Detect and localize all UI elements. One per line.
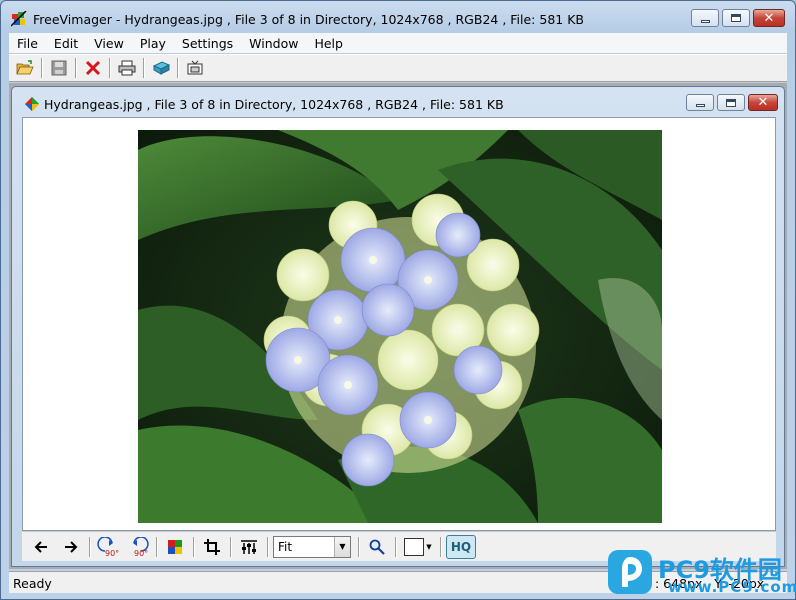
rotate-left-button[interactable]: 90° <box>95 535 121 559</box>
menu-help[interactable]: Help <box>306 36 351 51</box>
hydrangea-photo <box>138 130 662 523</box>
rotate-right-label: 90° <box>134 549 148 557</box>
zoom-value: Fit <box>278 539 293 554</box>
color-grid-icon <box>168 539 182 554</box>
menu-edit[interactable]: Edit <box>46 36 86 51</box>
scan-button[interactable] <box>149 57 173 79</box>
toolbar-separator <box>358 536 360 557</box>
document-maximize-button[interactable] <box>717 94 745 111</box>
toolbar-separator <box>193 536 195 557</box>
close-button[interactable]: ✕ <box>753 9 785 27</box>
rotate-right-icon: 90° <box>133 536 149 557</box>
toolbar-separator <box>89 536 91 557</box>
window-title: FreeVimager - Hydrangeas.jpg , File 3 of… <box>33 12 584 27</box>
save-button[interactable] <box>47 57 71 79</box>
rotate-left-icon: 90° <box>97 536 119 557</box>
delete-button[interactable] <box>81 57 105 79</box>
maximize-icon <box>731 14 741 22</box>
toolbar-separator <box>230 536 232 557</box>
document-title: Hydrangeas.jpg , File 3 of 8 in Director… <box>44 97 504 112</box>
toolbar-separator <box>177 58 179 78</box>
arrow-right-icon <box>65 540 78 553</box>
capture-button[interactable] <box>183 57 207 79</box>
document-icon[interactable] <box>24 96 40 112</box>
watermark-url: www.PC9.com <box>668 578 796 596</box>
menu-play[interactable]: Play <box>132 36 174 51</box>
main-toolbar <box>9 54 787 82</box>
toolbar-separator <box>109 58 111 78</box>
document-close-button[interactable]: ✕ <box>748 94 778 111</box>
minimize-icon <box>700 19 710 23</box>
previous-image-button[interactable] <box>28 535 54 559</box>
main-window: FreeVimager - Hydrangeas.jpg , File 3 of… <box>0 0 796 600</box>
magnifier-icon <box>369 539 385 555</box>
mdi-client-area: Hydrangeas.jpg , File 3 of 8 in Director… <box>9 83 787 569</box>
toolbar-separator <box>41 58 43 78</box>
toolbar-separator <box>75 58 77 78</box>
print-button[interactable] <box>115 57 139 79</box>
background-color-swatch <box>404 537 425 556</box>
minimize-icon <box>695 104 705 107</box>
arrow-left-icon <box>34 540 47 553</box>
chevron-down-icon: ▼ <box>426 542 432 551</box>
capture-icon <box>187 60 203 75</box>
levels-button[interactable] <box>236 535 262 559</box>
pc9-watermark: PC9软件园 www.PC9.com <box>608 550 796 598</box>
open-folder-icon <box>16 60 34 75</box>
title-bar[interactable]: FreeVimager - Hydrangeas.jpg , File 3 of… <box>1 1 795 33</box>
next-image-button[interactable] <box>58 535 84 559</box>
print-icon <box>118 60 136 76</box>
pc9-logo-icon <box>608 550 652 594</box>
rotate-left-label: 90° <box>105 549 119 557</box>
close-icon: ✕ <box>757 95 769 110</box>
image-document-window: Hydrangeas.jpg , File 3 of 8 in Director… <box>11 86 785 567</box>
background-color-button[interactable]: ▼ <box>401 535 435 559</box>
image-view[interactable] <box>22 117 776 531</box>
zoom-tool-button[interactable] <box>364 535 390 559</box>
zoom-select[interactable]: Fit ▼ <box>273 535 351 558</box>
color-adjust-button[interactable] <box>162 535 188 559</box>
window-caption-buttons: ✕ <box>691 9 785 27</box>
open-button[interactable] <box>13 57 37 79</box>
levels-icon <box>241 539 257 554</box>
toolbar-separator <box>156 536 158 557</box>
save-icon <box>51 60 67 76</box>
toolbar-separator <box>143 58 145 78</box>
crop-button[interactable] <box>199 535 225 559</box>
maximize-button[interactable] <box>722 9 750 27</box>
delete-icon <box>85 60 101 76</box>
minimize-button[interactable] <box>691 9 719 27</box>
document-caption-buttons: ✕ <box>686 94 778 111</box>
menu-view[interactable]: View <box>86 36 132 51</box>
menu-file[interactable]: File <box>9 36 46 51</box>
status-text: Ready <box>13 576 52 591</box>
menu-window[interactable]: Window <box>241 36 306 51</box>
menu-bar: File Edit View Play Settings Window Help <box>9 33 787 53</box>
close-icon: ✕ <box>763 10 775 26</box>
toolbar-separator <box>395 536 397 557</box>
document-minimize-button[interactable] <box>686 94 714 111</box>
chevron-down-icon[interactable]: ▼ <box>334 536 350 557</box>
crop-icon <box>204 538 220 555</box>
high-quality-toggle[interactable]: HQ <box>446 534 476 559</box>
scan-icon <box>152 61 170 75</box>
maximize-icon <box>726 98 736 107</box>
toolbar-separator <box>267 536 269 557</box>
rotate-right-button[interactable]: 90° <box>125 535 151 559</box>
toolbar-separator <box>440 536 442 557</box>
menu-settings[interactable]: Settings <box>174 36 241 51</box>
freevimager-app-icon[interactable] <box>11 11 27 27</box>
